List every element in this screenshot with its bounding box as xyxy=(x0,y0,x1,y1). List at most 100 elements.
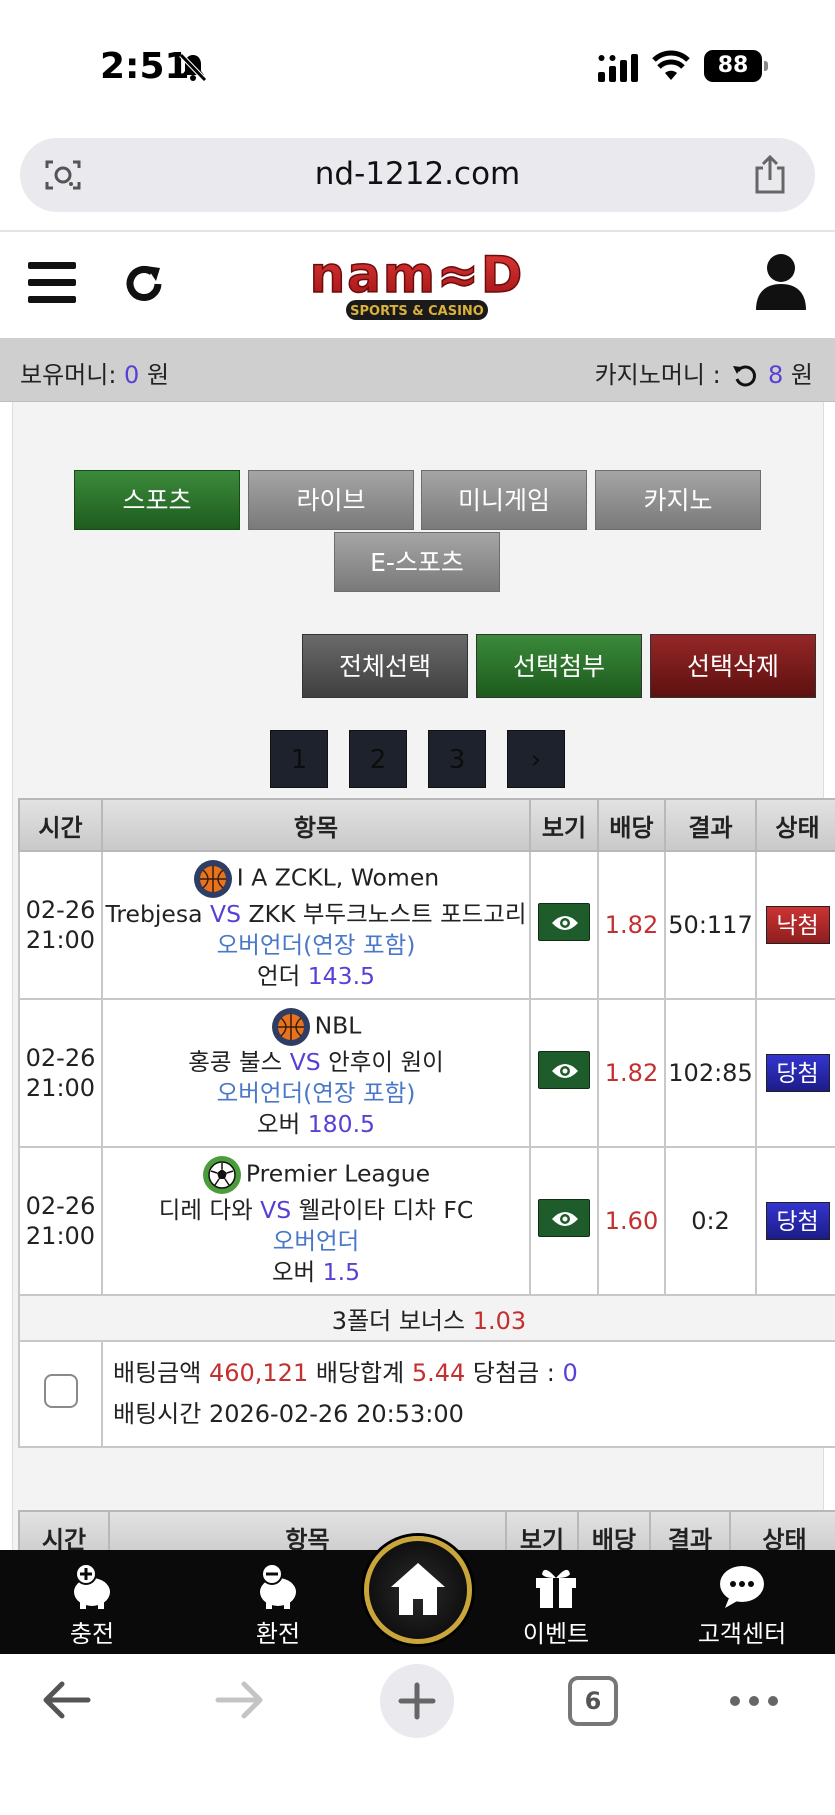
view-eye-button[interactable] xyxy=(538,1199,590,1237)
delete-selected-button[interactable]: 선택삭제 xyxy=(650,634,816,698)
nav-deposit[interactable]: 충전 xyxy=(32,1562,152,1649)
line-value: 143.5 xyxy=(307,961,375,990)
nav-support-label: 고객센터 xyxy=(697,1620,787,1648)
match-time: 02-26 21:00 xyxy=(18,1146,103,1296)
table-row: 02-26 21:00 NBL 홍콩 불스 VS 안후이 원이 오버언더(연장 … xyxy=(18,998,835,1148)
league-line: NBL xyxy=(104,1007,528,1047)
back-arrow-icon[interactable] xyxy=(40,1678,92,1722)
league-line: Premier League xyxy=(104,1155,528,1195)
league-line: I A ZCKL, Women xyxy=(104,859,528,899)
header-item: 항목 xyxy=(101,798,531,852)
result-score: 50:117 xyxy=(664,850,757,1000)
teams-line: 홍콩 불스 VS 안후이 원이 xyxy=(104,1047,528,1078)
bet-summary-row: 배팅금액 460,121 배당합계 5.44 당첨금 : 0 배팅시간 2026… xyxy=(18,1340,835,1448)
teams-line: Trebjesa VS ZKK 부두크노스트 포드고리 xyxy=(104,899,528,930)
away-team: 웰라이타 디차 FC xyxy=(298,1195,474,1224)
home-icon xyxy=(391,1563,445,1615)
bonus-row: 3폴더 보너스 1.03 xyxy=(18,1294,835,1342)
home-button[interactable] xyxy=(364,1536,472,1644)
tab-minigame[interactable]: 미니게임 xyxy=(421,470,587,530)
svg-text:SPORTS & CASINO: SPORTS & CASINO xyxy=(350,304,484,319)
match-clock: 21:00 xyxy=(25,1222,96,1250)
bet-select-checkbox[interactable] xyxy=(43,1374,78,1408)
away-team: 안후이 원이 xyxy=(328,1047,444,1076)
balance-bar: 보유머니: 0 원 카지노머니 : 8 원 xyxy=(0,338,835,402)
page-next-button[interactable]: › xyxy=(507,730,565,788)
match-clock: 21:00 xyxy=(25,1074,96,1102)
nav-withdraw[interactable]: 환전 xyxy=(218,1562,338,1649)
view-eye-button[interactable] xyxy=(538,1051,590,1089)
bell-off-icon xyxy=(179,53,207,82)
pick-line: 언더 143.5 xyxy=(104,961,528,992)
address-bar[interactable]: nd-1212.com xyxy=(20,138,815,212)
tab-esports[interactable]: E-스포츠 xyxy=(334,532,500,592)
page-button-1[interactable]: 1 xyxy=(270,730,328,788)
pick: 오버 xyxy=(256,1109,301,1138)
gift-icon xyxy=(536,1569,576,1608)
wallet-unit: 원 xyxy=(146,361,170,389)
url-text[interactable]: nd-1212.com xyxy=(20,156,815,192)
odds-total: 5.44 xyxy=(411,1359,466,1387)
home-team: Trebjesa xyxy=(105,899,203,928)
match-date: 02-26 xyxy=(25,896,96,924)
casino-balance: 카지노머니 : 8 원 xyxy=(595,355,813,390)
tab-casino[interactable]: 카지노 xyxy=(595,470,761,530)
market-type: 오버언더(연장 포함) xyxy=(216,1078,416,1107)
header-result: 결과 xyxy=(664,798,757,852)
basketball-icon xyxy=(193,859,232,898)
header-time: 시간 xyxy=(18,798,103,852)
view-cell xyxy=(529,998,599,1148)
bet-amount-label: 배팅금액 xyxy=(113,1359,202,1387)
pick-line: 오버 180.5 xyxy=(104,1109,528,1140)
more-options-icon[interactable] xyxy=(728,1694,780,1708)
nav-event[interactable]: 이벤트 xyxy=(496,1562,616,1649)
status-badge: 당첨 xyxy=(765,1054,830,1092)
site-bottom-nav: 충전 환전 이벤트 고객센터 xyxy=(0,1536,835,1654)
site-logo[interactable]: nam≈D SPORTS & CASINO xyxy=(282,246,552,324)
match-date: 02-26 xyxy=(25,1044,96,1072)
wallet-balance: 보유머니: 0 원 xyxy=(20,355,169,390)
league-name: Premier League xyxy=(245,1159,431,1187)
select-all-button[interactable]: 전체선택 xyxy=(302,634,468,698)
tab-count-button[interactable]: 6 xyxy=(568,1676,618,1726)
user-account-icon[interactable] xyxy=(754,252,808,310)
league-name: I A ZCKL, Women xyxy=(236,863,440,891)
refresh-icon[interactable] xyxy=(122,262,166,306)
tab-live[interactable]: 라이브 xyxy=(248,470,414,530)
pick: 오버 xyxy=(271,1257,316,1286)
result-score: 102:85 xyxy=(664,998,757,1148)
share-icon[interactable] xyxy=(753,154,787,194)
eye-icon xyxy=(552,1064,578,1078)
eye-icon xyxy=(552,916,578,930)
casino-label: 카지노머니 : xyxy=(594,361,721,389)
market-type: 오버언더 xyxy=(272,1226,360,1255)
match-time: 02-26 21:00 xyxy=(18,850,103,1000)
forward-arrow-icon[interactable] xyxy=(214,1678,266,1722)
tab-sports[interactable]: 스포츠 xyxy=(74,470,240,530)
undo-refresh-icon[interactable] xyxy=(732,363,757,387)
view-eye-button[interactable] xyxy=(538,903,590,941)
signal-icon xyxy=(598,54,638,82)
status-badge: 낙첨 xyxy=(765,906,830,944)
page-button-3[interactable]: 3 xyxy=(428,730,486,788)
attach-selected-button[interactable]: 선택첨부 xyxy=(476,634,642,698)
bet-history-table: 시간 항목 보기 배당 결과 상태 02-26 21:00 I A ZCKL, … xyxy=(18,798,835,1448)
match-item: I A ZCKL, Women Trebjesa VS ZKK 부두크노스트 포… xyxy=(101,850,531,1000)
piggy-minus-icon xyxy=(260,1563,296,1609)
page-button-2[interactable]: 2 xyxy=(349,730,407,788)
hamburger-menu-icon[interactable] xyxy=(28,262,76,304)
bet-time: 2026-02-26 20:53:00 xyxy=(208,1400,464,1428)
bonus-value: 1.03 xyxy=(472,1306,527,1335)
nav-support[interactable]: 고객센터 xyxy=(682,1562,802,1649)
bet-summary: 배팅금액 460,121 배당합계 5.44 당첨금 : 0 배팅시간 2026… xyxy=(101,1340,835,1448)
header-odds: 배당 xyxy=(597,798,666,852)
view-cell xyxy=(529,850,599,1000)
casino-unit: 원 xyxy=(790,361,813,389)
home-team: 홍콩 불스 xyxy=(188,1047,283,1076)
wifi-icon xyxy=(652,50,690,80)
vs-label: VS xyxy=(289,1047,321,1076)
payout-label: 당첨금 : xyxy=(472,1359,555,1387)
new-tab-button[interactable] xyxy=(380,1664,454,1738)
away-team: ZKK 부두크노스트 포드고리 xyxy=(248,899,527,928)
payout-value: 0 xyxy=(562,1359,578,1387)
